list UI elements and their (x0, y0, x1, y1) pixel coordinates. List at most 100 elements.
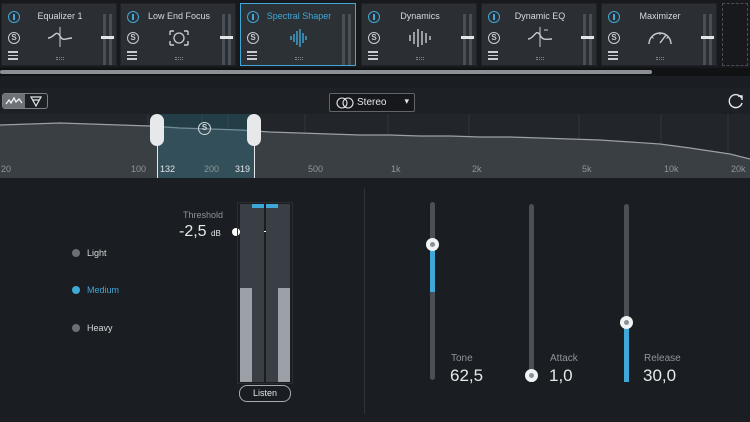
menu-icon[interactable] (488, 51, 498, 60)
release-slider[interactable] (620, 204, 633, 382)
band-high-handle[interactable] (247, 114, 261, 146)
power-icon[interactable] (8, 11, 20, 23)
solo-button[interactable]: S (608, 32, 620, 44)
release-value[interactable]: 30,0 (643, 366, 676, 386)
drag-handle[interactable] (656, 57, 664, 60)
attack-value[interactable]: 1,0 (549, 366, 573, 386)
menu-icon[interactable] (8, 51, 18, 60)
mode-medium[interactable]: Medium (72, 285, 119, 295)
freq-tick: 5k (582, 164, 592, 174)
drag-handle[interactable] (56, 57, 64, 60)
tone-value[interactable]: 62,5 (450, 366, 483, 386)
attack-slider-handle[interactable] (525, 369, 538, 382)
eq-curve-icon (47, 27, 73, 47)
peak-indicator (266, 204, 278, 208)
freq-tick: 10k (664, 164, 679, 174)
tone-slider[interactable] (426, 202, 439, 380)
mode-light[interactable]: Light (72, 248, 107, 258)
gain-reduction-meter-right (266, 204, 278, 382)
spectrum-display[interactable]: S 20 100 132 200 319 500 1k 2k 5k 10k 20… (0, 114, 750, 178)
input-meter-left (240, 204, 252, 382)
stereo-rings-icon (336, 97, 354, 109)
module-title: Dynamic EQ (514, 11, 566, 21)
scrollbar-thumb[interactable] (0, 70, 652, 74)
module-output-meter (707, 14, 714, 65)
power-icon[interactable] (247, 11, 259, 23)
band-high-freq: 319 (235, 164, 251, 174)
module-spectral-shaper[interactable]: S Spectral Shaper (240, 3, 356, 66)
module-dynamic-eq[interactable]: S Dynamic EQ (481, 3, 597, 66)
mode-label: Light (87, 248, 107, 258)
drag-handle[interactable] (175, 57, 183, 60)
module-low-end-focus[interactable]: S Low End Focus (120, 3, 236, 66)
module-title: Maximizer (639, 11, 681, 21)
focus-target-icon (169, 30, 189, 46)
module-maximizer[interactable]: S Maximizer (601, 3, 717, 66)
solo-button[interactable]: S (247, 32, 259, 44)
solo-button[interactable]: S (127, 32, 139, 44)
power-icon[interactable] (608, 11, 620, 23)
module-output-meter (461, 14, 468, 65)
drag-handle[interactable] (416, 57, 424, 60)
menu-icon[interactable] (127, 51, 137, 60)
mode-label: Heavy (87, 323, 113, 333)
module-output-meter (701, 14, 708, 65)
stereo-mode-select[interactable]: Stereo ▾ (329, 93, 415, 112)
module-output-meter (587, 14, 594, 65)
spectrum-icon (5, 96, 23, 105)
view-toggle[interactable] (2, 93, 48, 109)
menu-icon[interactable] (247, 51, 257, 60)
mode-label: Medium (87, 285, 120, 295)
menu-icon[interactable] (608, 51, 618, 60)
mode-heavy[interactable]: Heavy (72, 323, 113, 333)
band-low-handle[interactable] (150, 114, 164, 146)
radio-dot (72, 249, 80, 257)
spectrum-graph (0, 114, 750, 178)
freq-tick: 200 (204, 164, 220, 174)
power-icon[interactable] (488, 11, 500, 23)
tone-slider-handle[interactable] (426, 238, 439, 252)
chevron-down-icon: ▾ (404, 96, 409, 106)
input-meter-right (278, 204, 290, 382)
freq-tick: 1k (391, 164, 401, 174)
release-slider-handle[interactable] (620, 316, 633, 330)
attack-slider[interactable] (525, 204, 538, 382)
refresh-icon[interactable] (727, 92, 745, 110)
power-icon[interactable] (127, 11, 139, 23)
release-label: Release (644, 353, 681, 364)
module-chain: S Equalizer 1 S Low End Focus S Spectral… (0, 0, 750, 68)
module-title: Equalizer 1 (37, 11, 83, 21)
band-low-freq: 132 (160, 164, 176, 174)
radio-dot (72, 324, 80, 332)
analyzer-toolbar: Stereo ▾ (0, 88, 750, 114)
drag-handle[interactable] (536, 57, 544, 60)
module-title: Spectral Shaper (266, 11, 332, 21)
gauge-icon (648, 32, 672, 45)
dynamic-eq-icon (527, 27, 553, 47)
peak-indicator (252, 204, 264, 208)
panel-divider (364, 188, 365, 414)
power-icon[interactable] (368, 11, 380, 23)
solo-button[interactable]: S (8, 32, 20, 44)
freq-tick: 100 (131, 164, 147, 174)
drag-handle[interactable] (295, 57, 303, 60)
filter-view-button[interactable] (25, 94, 47, 108)
band-solo-button[interactable]: S (198, 122, 211, 135)
module-equalizer[interactable]: S Equalizer 1 (1, 3, 117, 66)
solo-button[interactable]: S (488, 32, 500, 44)
filter-icon (29, 96, 43, 108)
module-dynamics[interactable]: S Dynamics (361, 3, 477, 66)
spectrum-view-button[interactable] (3, 94, 25, 108)
threshold-number: -2,5 (179, 223, 207, 240)
threshold-value[interactable]: -2,5 dB (179, 223, 221, 241)
add-module-slot[interactable] (722, 3, 748, 66)
tone-label: Tone (451, 353, 473, 364)
menu-icon[interactable] (368, 51, 378, 60)
spectral-bars-icon (290, 29, 307, 47)
module-output-meter (101, 14, 108, 65)
band-high-line (254, 144, 255, 178)
listen-button[interactable]: Listen (239, 385, 291, 402)
module-output-meter (342, 14, 345, 65)
solo-button[interactable]: S (368, 32, 380, 44)
dynamics-bars-icon (409, 29, 431, 47)
